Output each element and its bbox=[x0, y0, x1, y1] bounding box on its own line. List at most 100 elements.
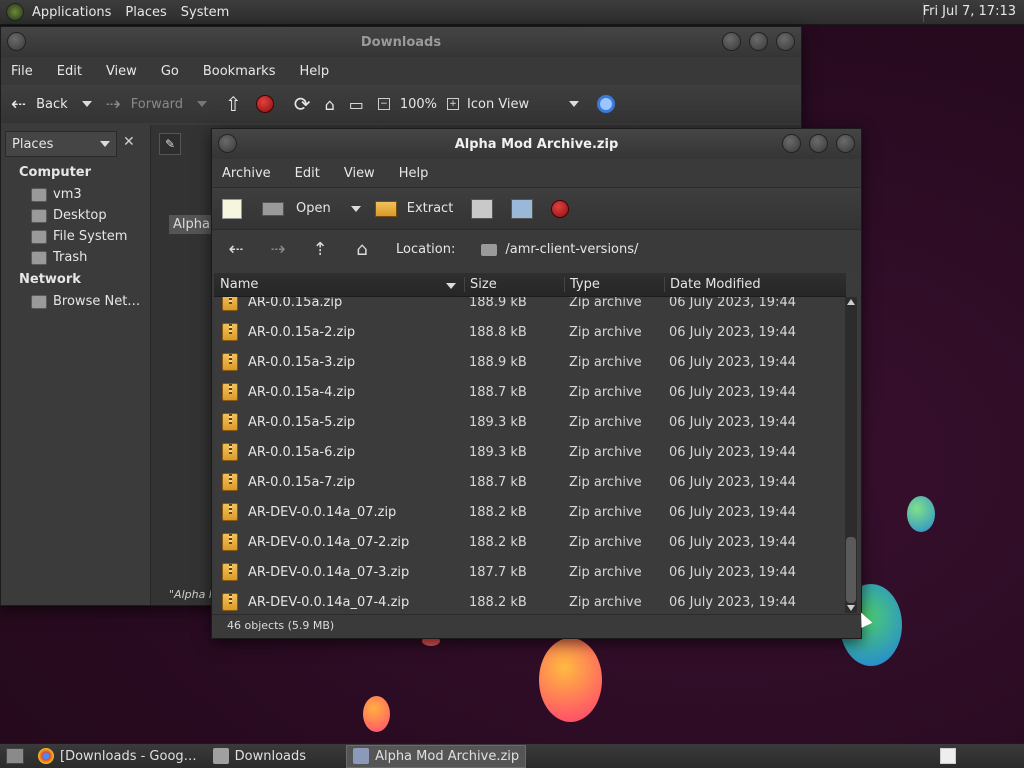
stop-icon[interactable] bbox=[551, 199, 570, 218]
extract-icon[interactable] bbox=[374, 200, 397, 217]
file-name-cell: AR-DEV-0.0.14a_07-2.zip bbox=[214, 533, 464, 551]
taskbar-button[interactable]: [Downloads - Goog… bbox=[32, 745, 203, 768]
menu-archive[interactable]: Archive bbox=[222, 166, 271, 181]
menu-edit[interactable]: Edit bbox=[295, 166, 320, 181]
file-date-modified: 06 July 2023, 19:44 bbox=[669, 564, 796, 580]
up-arrow-icon[interactable]: ⇡ bbox=[308, 238, 332, 262]
maximize-button[interactable] bbox=[809, 134, 828, 153]
column-name[interactable]: Name bbox=[214, 277, 464, 292]
file-row[interactable]: AR-0.0.15a-5.zip 189.3 kB Zip archive 06 Ju… bbox=[214, 407, 846, 437]
menu-system[interactable]: System bbox=[181, 5, 229, 20]
menu-help[interactable]: Help bbox=[299, 64, 329, 79]
view-mode-dropdown-icon[interactable] bbox=[569, 101, 580, 107]
file-row[interactable]: AR-DEV-0.0.14a_07-3.zip 187.7 kB Zip archi… bbox=[214, 557, 846, 587]
file-name-cell: AR-DEV-0.0.14a_07.zip bbox=[214, 503, 464, 521]
taskbar-button-label: [Downloads - Goog… bbox=[60, 748, 197, 764]
workspace-switcher-icon[interactable] bbox=[940, 748, 956, 764]
taskbar-button[interactable]: Downloads bbox=[207, 745, 312, 768]
scroll-down-arrow[interactable] bbox=[847, 605, 855, 611]
downloads-titlebar[interactable]: Downloads bbox=[1, 27, 801, 57]
open-button[interactable]: Open bbox=[296, 201, 331, 216]
forward-label: Forward bbox=[130, 96, 184, 112]
extract-button[interactable]: Extract bbox=[407, 201, 454, 216]
menu-bookmarks[interactable]: Bookmarks bbox=[203, 64, 276, 79]
file-row[interactable]: AR-0.0.15a-2.zip 188.8 kB Zip archive 06 Ju… bbox=[214, 317, 846, 347]
back-button[interactable]: ⇠ Back bbox=[11, 94, 68, 115]
search-icon[interactable] bbox=[597, 95, 616, 113]
open-archive-icon[interactable] bbox=[262, 201, 284, 216]
column-size[interactable]: Size bbox=[464, 277, 564, 292]
reload-icon[interactable]: ⟳ bbox=[294, 92, 311, 116]
stop-icon[interactable] bbox=[255, 95, 274, 113]
new-archive-icon[interactable] bbox=[222, 198, 242, 219]
window-menu-icon[interactable] bbox=[7, 32, 26, 51]
file-icon-label[interactable]: Alpha bbox=[169, 215, 214, 234]
menu-view[interactable]: View bbox=[344, 166, 375, 181]
location-path-field[interactable]: /amr-client-versions/ bbox=[505, 242, 638, 257]
top-panel: Applications Places System Fri Jul 7, 17… bbox=[0, 0, 1024, 25]
home-icon[interactable]: ⌂ bbox=[350, 238, 374, 262]
window-menu-icon[interactable] bbox=[218, 134, 237, 153]
menu-view[interactable]: View bbox=[106, 64, 137, 79]
places-selector[interactable]: Places bbox=[5, 131, 117, 157]
menu-file[interactable]: File bbox=[11, 64, 33, 79]
forward-arrow-icon[interactable]: ⇢ bbox=[266, 238, 290, 262]
file-size: 188.7 kB bbox=[469, 384, 527, 400]
file-row[interactable]: AR-DEV-0.0.14a_07.zip 188.2 kB Zip archive… bbox=[214, 497, 846, 527]
menu-help[interactable]: Help bbox=[399, 166, 429, 181]
menu-places[interactable]: Places bbox=[125, 5, 166, 20]
open-recent-dropdown[interactable] bbox=[350, 205, 361, 212]
distro-logo-icon[interactable] bbox=[6, 3, 24, 21]
zoom-out-icon[interactable]: − bbox=[377, 98, 390, 110]
add-folder-icon[interactable] bbox=[511, 198, 534, 219]
file-row[interactable]: AR-DEV-0.0.14a_07-4.zip 188.2 kB Zip archi… bbox=[214, 587, 846, 615]
file-row[interactable]: AR-0.0.15a-3.zip 188.9 kB Zip archive 06 Ju… bbox=[214, 347, 846, 377]
view-mode-select[interactable]: Icon View bbox=[467, 97, 529, 112]
file-row[interactable]: AR-0.0.15a-7.zip 188.7 kB Zip archive 06 Ju… bbox=[214, 467, 846, 497]
up-arrow-icon[interactable]: ⇧ bbox=[225, 92, 242, 116]
file-name: AR-0.0.15a-6.zip bbox=[248, 444, 356, 460]
taskbar-list: [Downloads - Goog… Downloads Alpha Mod Arc… bbox=[32, 744, 530, 768]
scroll-thumb[interactable] bbox=[846, 537, 856, 603]
file-date-modified: 06 July 2023, 19:44 bbox=[669, 474, 796, 490]
home-icon[interactable]: ⌂ bbox=[325, 95, 335, 114]
zoom-in-icon[interactable]: + bbox=[447, 98, 460, 110]
close-sidebar-icon[interactable]: ✕ bbox=[123, 134, 135, 150]
menu-edit[interactable]: Edit bbox=[57, 64, 82, 79]
places-item[interactable]: vm3 bbox=[1, 184, 150, 205]
forward-history-dropdown[interactable] bbox=[197, 101, 208, 107]
edit-location-icon[interactable]: ✎ bbox=[159, 133, 181, 155]
close-button[interactable] bbox=[776, 32, 795, 51]
menu-go[interactable]: Go bbox=[161, 64, 179, 79]
column-date-modified[interactable]: Date Modified bbox=[664, 277, 844, 292]
minimize-button[interactable] bbox=[782, 134, 801, 153]
file-date-modified: 06 July 2023, 19:44 bbox=[669, 414, 796, 430]
taskbar-button[interactable]: Alpha Mod Archive.zip bbox=[346, 744, 527, 768]
show-desktop-icon[interactable] bbox=[6, 748, 24, 764]
places-item[interactable]: Trash bbox=[1, 247, 150, 268]
scroll-up-arrow[interactable] bbox=[847, 299, 855, 305]
menu-applications[interactable]: Applications bbox=[32, 5, 111, 20]
maximize-button[interactable] bbox=[749, 32, 768, 51]
minimize-button[interactable] bbox=[722, 32, 741, 51]
vertical-scrollbar[interactable] bbox=[845, 297, 857, 613]
file-row[interactable]: AR-DEV-0.0.14a_07-2.zip 188.2 kB Zip archi… bbox=[214, 527, 846, 557]
file-row[interactable]: AR-0.0.15a-6.zip 189.3 kB Zip archive 06 Ju… bbox=[214, 437, 846, 467]
file-row[interactable]: AR-0.0.15a-4.zip 188.7 kB Zip archive 06 Ju… bbox=[214, 377, 846, 407]
column-type[interactable]: Type bbox=[564, 277, 664, 292]
clock[interactable]: Fri Jul 7, 17:13 bbox=[923, 4, 1016, 19]
file-date-modified: 06 July 2023, 19:44 bbox=[669, 594, 796, 610]
place-icon bbox=[31, 250, 47, 265]
computer-icon[interactable]: ▭ bbox=[349, 95, 364, 114]
forward-button[interactable]: ⇢ Forward bbox=[106, 94, 183, 115]
places-item[interactable]: File System bbox=[1, 226, 150, 247]
close-button[interactable] bbox=[836, 134, 855, 153]
places-item[interactable]: Desktop bbox=[1, 205, 150, 226]
archive-titlebar[interactable]: Alpha Mod Archive.zip bbox=[212, 129, 861, 159]
folder-icon bbox=[212, 748, 229, 764]
back-history-dropdown[interactable] bbox=[81, 101, 92, 107]
back-arrow-icon[interactable]: ⇠ bbox=[224, 238, 248, 262]
file-date-modified: 06 July 2023, 19:44 bbox=[669, 444, 796, 460]
places-item[interactable]: Browse Net… bbox=[1, 291, 150, 312]
add-files-icon[interactable] bbox=[471, 198, 494, 219]
